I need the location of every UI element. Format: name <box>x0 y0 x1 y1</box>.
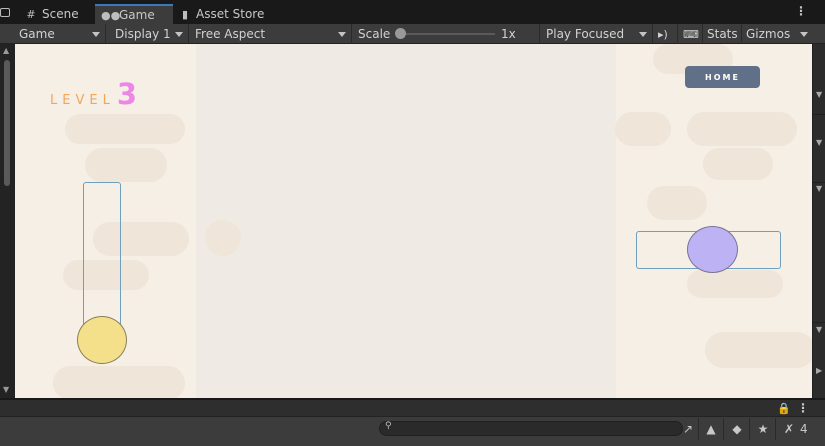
decor-blob <box>703 148 773 180</box>
scale-slider-track[interactable] <box>397 33 495 35</box>
panel-icon[interactable] <box>0 8 10 17</box>
scale-value: 1x <box>501 27 516 41</box>
aspect-select-value: Free Aspect <box>195 27 266 41</box>
scale-slider-handle[interactable] <box>395 28 406 39</box>
stats-button[interactable]: Stats <box>703 24 742 44</box>
panel-separator <box>813 182 825 183</box>
speaker-icon: ▸) <box>658 27 668 41</box>
open-external-icon[interactable]: ↗ <box>679 420 697 438</box>
scale-label: Scale <box>358 27 391 41</box>
chevron-down-icon <box>800 32 808 37</box>
decor-blob <box>205 220 241 256</box>
left-scrollbar[interactable]: ▲ ▼ <box>0 44 15 398</box>
gizmos-button[interactable]: Gizmos <box>742 24 813 44</box>
chevron-down-icon <box>639 32 647 37</box>
tab-game[interactable]: ●● Game <box>95 4 173 24</box>
play-mode-value: Play Focused <box>546 27 625 41</box>
home-button[interactable]: HOME <box>685 66 760 88</box>
hidden-eye-icon[interactable]: ✗ <box>780 420 798 438</box>
level-indicator: LEVEL 3 <box>50 80 137 109</box>
lock-icon[interactable]: 🔒 <box>777 402 791 415</box>
stats-label: Stats <box>707 27 738 41</box>
grid-icon: # <box>26 7 36 21</box>
decor-blob <box>65 114 185 144</box>
scrollbar-thumb[interactable] <box>4 60 10 186</box>
right-panel-strip: ▼ ▼ ▼ ▼ ▶ <box>812 44 825 398</box>
decor-blob <box>53 366 185 398</box>
level-number: 3 <box>116 77 137 111</box>
play-mode-select[interactable]: Play Focused <box>540 24 653 44</box>
game-view[interactable]: LEVEL 3 HOME <box>15 44 812 398</box>
hidden-count: 4 <box>800 422 808 436</box>
tab-scene[interactable]: # Scene <box>18 4 85 24</box>
mute-audio-button[interactable]: ▸) <box>653 24 678 44</box>
decor-blob <box>687 270 783 298</box>
view-select[interactable]: Game <box>13 24 106 44</box>
keyboard-icon: ⌨ <box>683 27 699 41</box>
search-icon: ⚲ <box>385 421 392 431</box>
toolbar-separator <box>698 418 699 440</box>
chevron-down-icon[interactable]: ▼ <box>816 325 822 334</box>
level-label: LEVEL <box>50 93 115 108</box>
purple-ball[interactable] <box>687 226 738 273</box>
chevron-down-icon <box>92 32 100 37</box>
gizmos-label: Gizmos <box>746 27 791 41</box>
chevron-down-icon[interactable]: ▼ <box>816 90 822 99</box>
decor-blob <box>615 112 671 146</box>
shortcuts-button[interactable]: ⌨ <box>678 24 703 44</box>
chevron-down-icon <box>338 32 346 37</box>
center-band <box>196 44 616 398</box>
toolbar-separator <box>749 418 750 440</box>
scroll-up-icon[interactable]: ▲ <box>3 46 9 55</box>
panel-menu-icon[interactable]: ⋮ <box>797 401 809 415</box>
tab-scene-label: Scene <box>42 7 79 21</box>
decor-blob <box>705 332 812 368</box>
bag-icon: ▮ <box>181 7 189 21</box>
scroll-down-icon[interactable]: ▼ <box>3 385 9 394</box>
yellow-ball[interactable] <box>77 316 127 364</box>
display-select[interactable]: Display 1 <box>109 24 189 44</box>
tab-asset-store[interactable]: ▮ Asset Store <box>172 4 270 24</box>
left-strip <box>0 0 12 24</box>
panel-separator <box>813 322 825 323</box>
toolbar-separator <box>775 418 776 440</box>
chevron-down-icon <box>175 32 183 37</box>
star-icon[interactable]: ★ <box>754 420 772 438</box>
editor-tab-bar: # Scene ●● Game ▮ Asset Store ⋮ <box>0 0 825 24</box>
chevron-right-icon[interactable]: ▶ <box>816 366 822 375</box>
decor-blob <box>647 186 707 220</box>
tab-asset-store-label: Asset Store <box>196 7 265 21</box>
panel-separator <box>813 114 825 115</box>
decor-blob <box>687 112 797 146</box>
toolbar-separator <box>723 418 724 440</box>
tab-menu-icon[interactable]: ⋮ <box>795 4 807 18</box>
tag-icon[interactable]: ◆ <box>728 420 746 438</box>
search-input[interactable]: ⚲ <box>379 421 683 436</box>
display-select-value: Display 1 <box>115 27 171 41</box>
view-select-value: Game <box>19 27 55 41</box>
aspect-select[interactable]: Free Aspect <box>189 24 352 44</box>
chevron-down-icon[interactable]: ▼ <box>816 138 822 147</box>
decor-blob <box>85 148 167 182</box>
filter-by-type-icon[interactable]: ▲ <box>702 420 720 438</box>
gamepad-icon: ●● <box>101 8 121 22</box>
tab-game-label: Game <box>119 8 155 22</box>
bottom-panel: 🔒 ⋮ ⚲ ↗ ▲ ◆ ★ ✗ 4 <box>0 400 825 446</box>
chevron-down-icon[interactable]: ▼ <box>816 184 822 193</box>
